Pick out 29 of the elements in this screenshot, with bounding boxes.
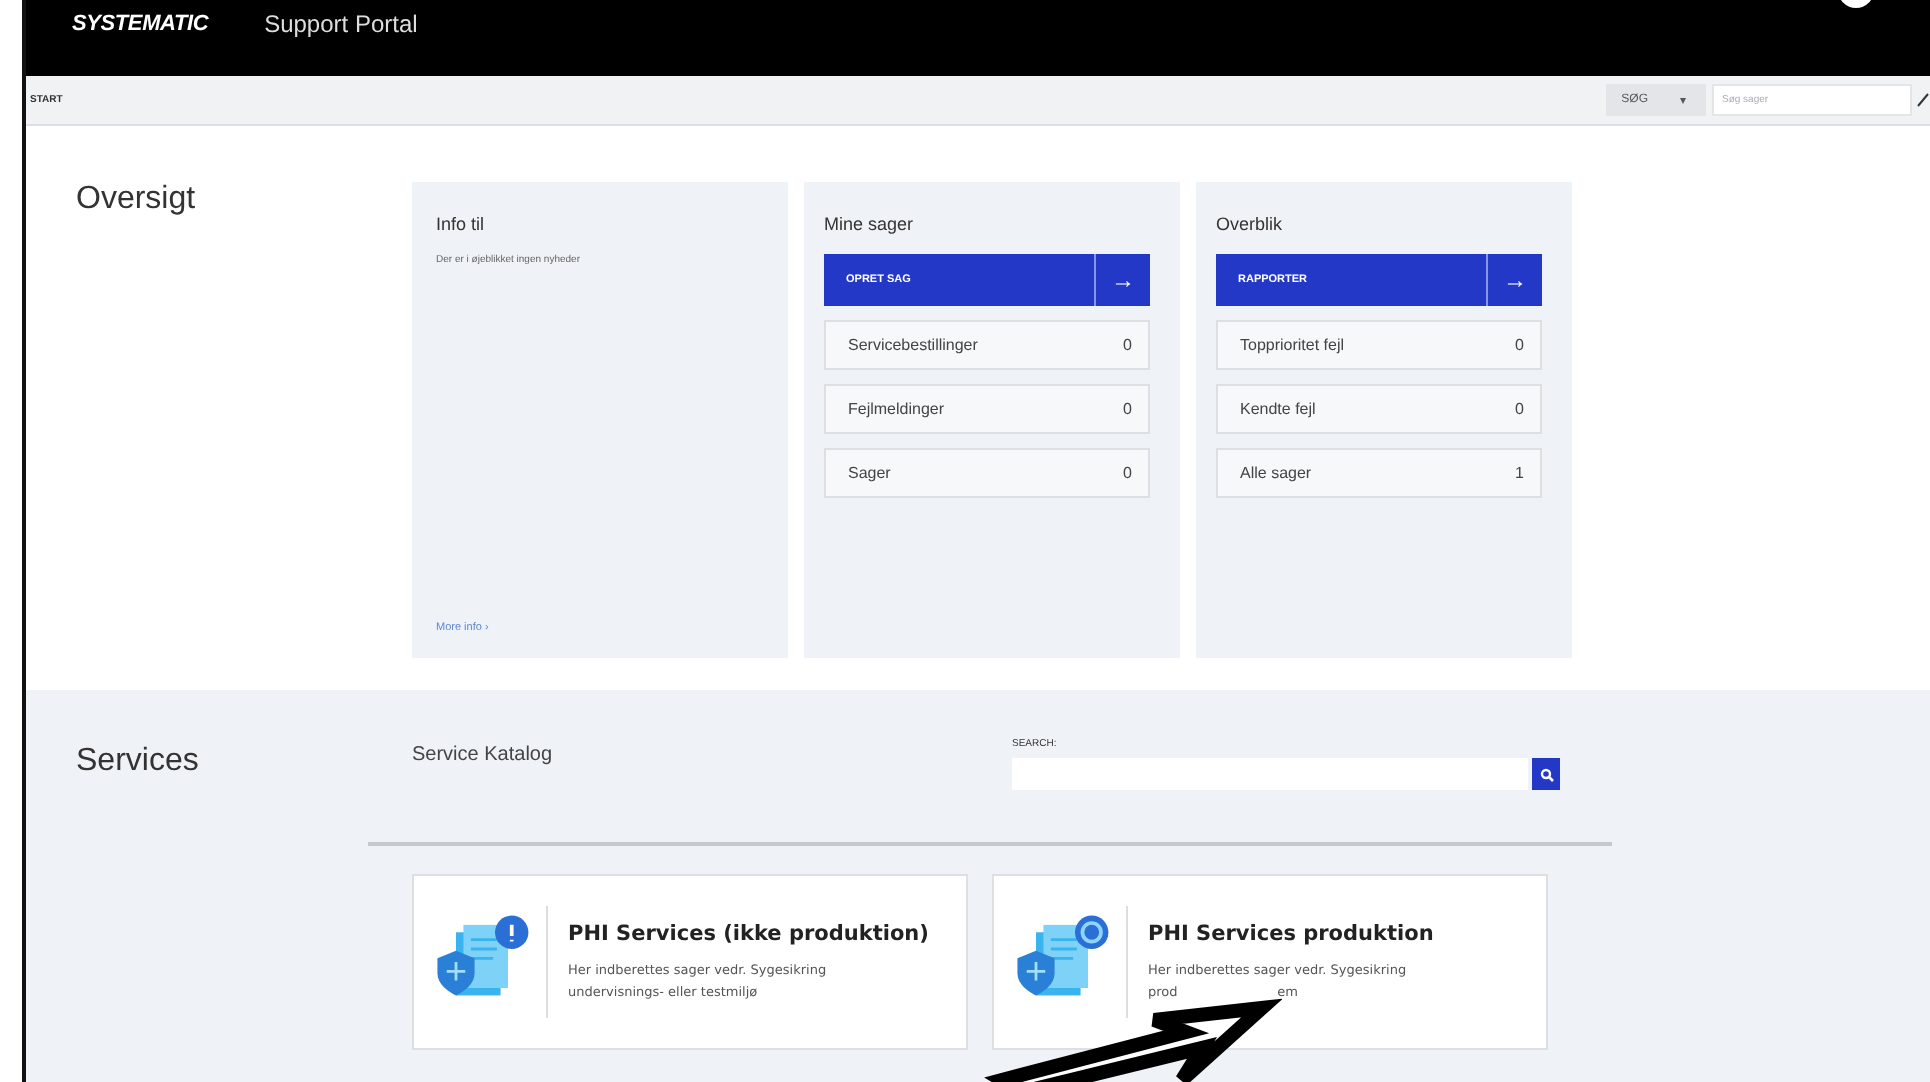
summary-row[interactable]: Servicebestillinger 0 <box>824 320 1150 370</box>
row-count: 0 <box>1515 400 1524 418</box>
catalog-title: Service Katalog <box>412 742 555 770</box>
card-title: Info til <box>436 214 487 234</box>
card-title: Overblik <box>1216 214 1285 234</box>
service-title: PHI Services (ikke produktion) <box>568 921 929 945</box>
summary-row[interactable]: Kendte fejl 0 <box>1216 384 1542 434</box>
row-count: 0 <box>1123 400 1132 418</box>
summary-row[interactable]: Alle sager 1 <box>1216 448 1542 498</box>
row-count: 0 <box>1123 464 1132 482</box>
summary-row[interactable]: Fejlmeldinger 0 <box>824 384 1150 434</box>
portal-title: Support Portal <box>264 10 418 38</box>
section-heading: Services <box>76 742 201 782</box>
row-label: Alle sager <box>1240 464 1312 482</box>
search-button[interactable] <box>1532 758 1560 790</box>
row-label: Kendte fejl <box>1240 400 1316 418</box>
row-label: Fejlmeldinger <box>848 400 945 418</box>
summary-row[interactable]: Topprioritet fejl 0 <box>1216 320 1542 370</box>
card-title: Mine sager <box>824 214 916 234</box>
service-title: PHI Services produktion <box>1148 921 1434 945</box>
row-count: 1 <box>1515 464 1524 482</box>
summary-row[interactable]: Sager 0 <box>824 448 1150 498</box>
row-label: Topprioritet fejl <box>1240 336 1345 354</box>
row-label: Sager <box>848 464 891 482</box>
row-label: Servicebestillinger <box>848 336 978 354</box>
row-count: 0 <box>1515 336 1524 354</box>
logo[interactable]: SYSTEMATIC <box>72 12 209 36</box>
row-count: 0 <box>1123 336 1132 354</box>
section-heading: Oversigt <box>76 182 198 220</box>
